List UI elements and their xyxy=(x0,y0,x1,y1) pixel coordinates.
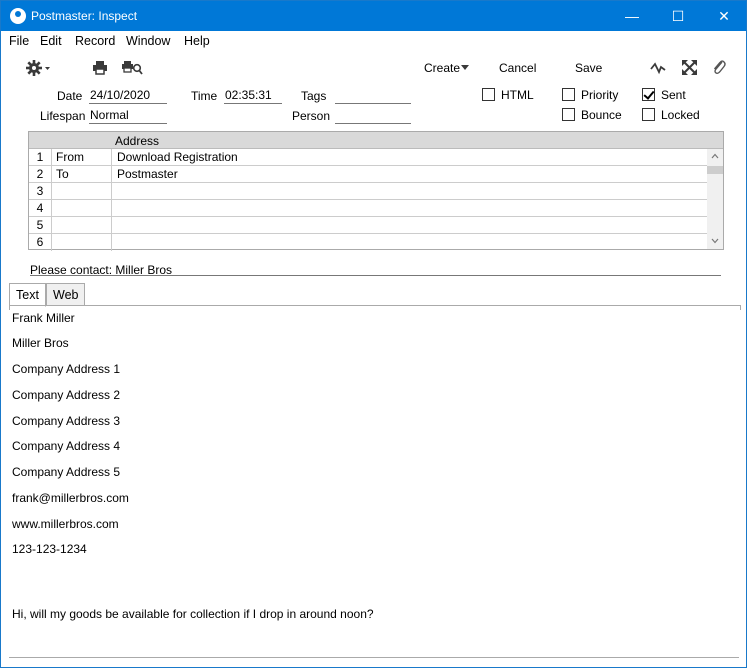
toolbar: Create Cancel Save xyxy=(1,52,746,84)
chevron-up-icon[interactable] xyxy=(711,153,719,159)
date-label: Date xyxy=(57,89,83,103)
menu-help[interactable]: Help xyxy=(184,34,210,48)
address-column-header: Address xyxy=(115,134,160,148)
create-button[interactable]: Create xyxy=(424,61,460,75)
row-type[interactable] xyxy=(52,200,112,217)
paperclip-icon[interactable] xyxy=(711,59,726,75)
body-line: 123-123-1234 xyxy=(12,542,87,556)
row-type[interactable]: From xyxy=(52,149,112,166)
chevron-down-icon[interactable] xyxy=(461,65,469,70)
row-number: 6 xyxy=(29,234,52,251)
row-address[interactable] xyxy=(112,200,707,217)
tab-web[interactable]: Web xyxy=(46,283,86,306)
menu-edit[interactable]: Edit xyxy=(40,34,62,48)
bounce-checkbox[interactable] xyxy=(562,108,575,121)
body-line: Hi, will my goods be available for colle… xyxy=(12,607,374,621)
row-type[interactable]: To xyxy=(52,166,112,183)
table-row[interactable]: 5 xyxy=(29,217,707,234)
scrollbar-thumb[interactable] xyxy=(707,166,723,174)
tags-label: Tags xyxy=(301,89,327,103)
time-field[interactable]: 02:35:31 xyxy=(224,88,282,104)
app-logo-icon xyxy=(10,8,26,24)
body-line: Company Address 1 xyxy=(12,362,121,376)
body-line: Company Address 5 xyxy=(12,465,121,479)
row-number: 4 xyxy=(29,200,52,217)
grid-scrollbar[interactable] xyxy=(707,149,723,249)
row-number: 3 xyxy=(29,183,52,200)
close-button[interactable]: ✕ xyxy=(701,1,747,31)
postmaster-inspect-window: Postmaster: Inspect — ☐ ✕ File Edit Reco… xyxy=(0,0,747,668)
row-address[interactable] xyxy=(112,234,707,251)
priority-label: Priority xyxy=(581,88,619,102)
address-grid: Address 1 From Download Registration 2 T… xyxy=(28,131,724,251)
tab-panel-border xyxy=(9,305,741,310)
row-address[interactable]: Download Registration xyxy=(112,149,707,166)
row-address[interactable] xyxy=(112,217,707,234)
tags-field[interactable] xyxy=(335,88,411,104)
table-row[interactable]: 4 xyxy=(29,200,707,217)
sent-checkbox[interactable] xyxy=(642,88,655,101)
tab-text[interactable]: Text xyxy=(9,283,46,307)
row-number: 2 xyxy=(29,166,52,183)
menu-file[interactable]: File xyxy=(9,34,29,48)
row-type[interactable] xyxy=(52,183,112,200)
body-line: Company Address 3 xyxy=(12,414,121,428)
bounce-label: Bounce xyxy=(581,108,622,122)
person-field[interactable] xyxy=(335,108,411,124)
body-line: frank@millerbros.com xyxy=(12,491,129,505)
lifespan-label: Lifespan xyxy=(40,109,86,123)
cancel-button[interactable]: Cancel xyxy=(499,61,536,75)
menu-bar: File Edit Record Window Help xyxy=(1,31,746,52)
table-row[interactable]: 2 To Postmaster xyxy=(29,166,707,183)
body-line: Company Address 2 xyxy=(12,388,121,402)
maximize-button[interactable]: ☐ xyxy=(655,1,701,31)
table-row[interactable]: 3 xyxy=(29,183,707,200)
save-button[interactable]: Save xyxy=(575,61,602,75)
print-icon[interactable] xyxy=(92,60,108,75)
activity-icon[interactable] xyxy=(650,61,666,75)
grid-header: Address xyxy=(29,132,723,149)
gear-icon[interactable] xyxy=(25,59,51,77)
person-label: Person xyxy=(292,109,331,123)
minimize-button[interactable]: — xyxy=(609,1,655,31)
menu-record[interactable]: Record xyxy=(75,34,115,48)
bottom-divider xyxy=(9,657,739,658)
priority-checkbox[interactable] xyxy=(562,88,575,101)
row-type[interactable] xyxy=(52,234,112,251)
contact-line[interactable]: Please contact: Miller Bros xyxy=(30,263,721,277)
table-row[interactable]: 6 xyxy=(29,234,707,251)
locked-checkbox[interactable] xyxy=(642,108,655,121)
time-label: Time xyxy=(191,89,218,103)
body-line: www.millerbros.com xyxy=(12,517,119,531)
row-address[interactable]: Postmaster xyxy=(112,166,707,183)
sent-label: Sent xyxy=(661,88,686,102)
row-number: 1 xyxy=(29,149,52,166)
table-row[interactable]: 1 From Download Registration xyxy=(29,149,707,166)
print-preview-icon[interactable] xyxy=(121,60,143,75)
chevron-down-icon[interactable] xyxy=(711,238,719,244)
row-number: 5 xyxy=(29,217,52,234)
date-field[interactable]: 24/10/2020 xyxy=(89,88,167,104)
lifespan-field[interactable]: Normal xyxy=(89,108,167,124)
title-bar: Postmaster: Inspect — ☐ ✕ xyxy=(1,1,746,31)
menu-window[interactable]: Window xyxy=(126,34,170,48)
body-line: Miller Bros xyxy=(12,336,69,350)
expand-icon[interactable] xyxy=(682,60,697,75)
locked-label: Locked xyxy=(661,108,700,122)
row-address[interactable] xyxy=(112,183,707,200)
html-checkbox[interactable] xyxy=(482,88,495,101)
body-line: Company Address 4 xyxy=(12,439,121,453)
body-line: Frank Miller xyxy=(12,311,75,325)
window-title: Postmaster: Inspect xyxy=(31,9,138,23)
html-label: HTML xyxy=(501,88,534,102)
row-type[interactable] xyxy=(52,217,112,234)
